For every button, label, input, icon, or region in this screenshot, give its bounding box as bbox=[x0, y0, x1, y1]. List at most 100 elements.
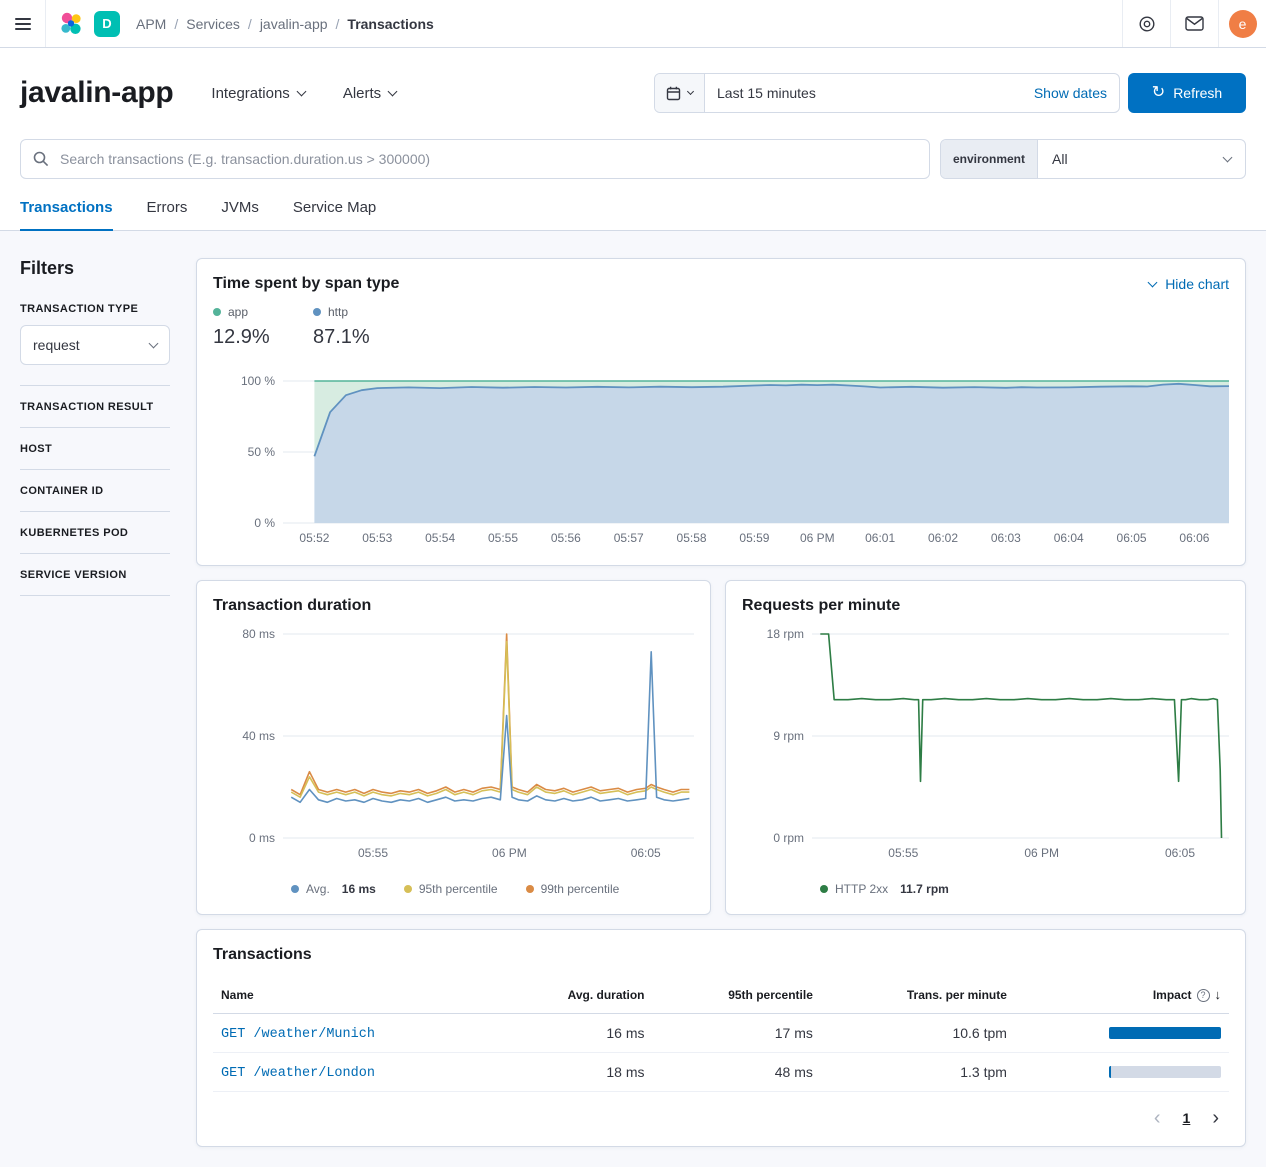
tab-service-map[interactable]: Service Map bbox=[293, 199, 376, 231]
environment-value: All bbox=[1052, 151, 1068, 167]
column-header-95th-percentile[interactable]: 95th percentile bbox=[653, 976, 821, 1014]
tpm-cell: 10.6 tpm bbox=[821, 1014, 1015, 1053]
x-tick-label: 05:58 bbox=[677, 531, 707, 545]
table-header-row: Name Avg. duration 95th percentile Trans… bbox=[213, 976, 1229, 1014]
requests-per-minute-panel: Requests per minute 18 rpm 9 rpm 0 rpm 0… bbox=[725, 580, 1246, 915]
legend-value: 16 ms bbox=[342, 882, 376, 896]
page-title: javalin-app bbox=[20, 76, 173, 110]
http-percentage: 87.1% bbox=[313, 326, 385, 349]
tab-jvms[interactable]: JVMs bbox=[221, 199, 259, 231]
transaction-link-weather-london[interactable]: GET /weather/London bbox=[221, 1066, 375, 1081]
refresh-button[interactable]: ↻ Refresh bbox=[1128, 73, 1246, 113]
refresh-label: Refresh bbox=[1173, 85, 1222, 101]
elastic-logo-icon[interactable] bbox=[58, 11, 84, 37]
breadcrumb-separator: / bbox=[174, 16, 178, 32]
search-input[interactable] bbox=[58, 150, 917, 168]
date-quick-select-button[interactable] bbox=[655, 74, 705, 112]
legend-item-99th-percentile[interactable]: 99th percentile bbox=[526, 882, 620, 896]
y-tick-label: 100 % bbox=[241, 374, 275, 388]
environment-select[interactable]: All bbox=[1038, 140, 1245, 178]
apm-service-page: D APM / Services / javalin-app / Transac… bbox=[0, 0, 1266, 1167]
impact-cell bbox=[1015, 1014, 1229, 1053]
x-tick-label: 06 PM bbox=[492, 846, 527, 860]
time-range-button[interactable]: Last 15 minutes bbox=[705, 74, 1022, 112]
sort-desc-icon: ↓ bbox=[1215, 987, 1222, 1002]
p95-cell: 17 ms bbox=[653, 1014, 821, 1053]
x-tick-label: 05:52 bbox=[299, 531, 329, 545]
impact-header-label: Impact bbox=[1153, 988, 1192, 1002]
x-tick-label: 06 PM bbox=[1024, 846, 1059, 860]
breadcrumb-separator: / bbox=[336, 16, 340, 32]
legend-item-http-2xx[interactable]: HTTP 2xx 11.7 rpm bbox=[820, 882, 949, 896]
transactions-table-panel: Transactions Name Avg. duration 95th per… bbox=[196, 929, 1246, 1147]
show-dates-button[interactable]: Show dates bbox=[1022, 74, 1119, 112]
legend-item-app[interactable]: app bbox=[213, 305, 285, 319]
chevron-down-icon bbox=[149, 338, 159, 348]
column-header-impact[interactable]: Impact? ↓ bbox=[1015, 976, 1229, 1014]
tab-transactions[interactable]: Transactions bbox=[20, 199, 113, 231]
p99-series-dot-icon bbox=[526, 885, 534, 893]
filter-section-service-version[interactable]: SERVICE VERSION bbox=[20, 553, 170, 596]
service-header: javalin-app Integrations Alerts bbox=[0, 48, 1266, 231]
user-avatar[interactable]: e bbox=[1218, 0, 1266, 47]
app-percentage: 12.9% bbox=[213, 326, 285, 349]
y-tick-label: 0 rpm bbox=[773, 831, 804, 845]
legend-value: 11.7 rpm bbox=[900, 882, 949, 896]
x-tick-label: 06:02 bbox=[928, 531, 958, 545]
legend-label: Avg. bbox=[306, 882, 330, 896]
app-series-dot-icon bbox=[213, 308, 221, 316]
breadcrumb-service-name[interactable]: javalin-app bbox=[260, 16, 328, 32]
transaction-type-value: request bbox=[33, 337, 80, 353]
page-1-button[interactable]: 1 bbox=[1183, 1110, 1191, 1126]
impact-cell bbox=[1015, 1053, 1229, 1092]
environment-filter: environment All bbox=[940, 139, 1246, 179]
help-icon[interactable] bbox=[1122, 0, 1170, 47]
integrations-label: Integrations bbox=[211, 85, 289, 102]
legend-label: 99th percentile bbox=[541, 882, 620, 896]
transaction-type-select[interactable]: request bbox=[20, 325, 170, 365]
table-row: GET /weather/Munich 16 ms 17 ms 10.6 tpm bbox=[213, 1014, 1229, 1053]
column-header-avg-duration[interactable]: Avg. duration bbox=[497, 976, 652, 1014]
avg-series-dot-icon bbox=[291, 885, 299, 893]
date-picker: Last 15 minutes Show dates bbox=[654, 73, 1120, 113]
impact-bar bbox=[1109, 1027, 1221, 1039]
x-axis-labels: 05:5506 PM06:05 bbox=[283, 846, 694, 864]
mail-icon[interactable] bbox=[1170, 0, 1218, 47]
column-header-name[interactable]: Name bbox=[213, 976, 497, 1014]
y-tick-label: 9 rpm bbox=[773, 729, 804, 743]
integrations-button[interactable]: Integrations bbox=[211, 85, 304, 102]
x-tick-label: 05:55 bbox=[358, 846, 388, 860]
filter-section-transaction-result[interactable]: TRANSACTION RESULT bbox=[20, 385, 170, 427]
next-page-button[interactable]: › bbox=[1212, 1108, 1219, 1128]
legend-item-95th-percentile[interactable]: 95th percentile bbox=[404, 882, 498, 896]
breadcrumb-apm[interactable]: APM bbox=[136, 16, 166, 32]
legend-item-http[interactable]: http bbox=[313, 305, 385, 319]
tab-errors[interactable]: Errors bbox=[147, 199, 188, 231]
chevron-down-icon bbox=[1223, 152, 1233, 162]
y-axis-labels: 100 % 50 % 0 % bbox=[213, 377, 283, 549]
avatar-initial: e bbox=[1229, 10, 1257, 38]
filter-section-host[interactable]: HOST bbox=[20, 427, 170, 469]
hamburger-menu-button[interactable] bbox=[0, 0, 46, 47]
column-header-trans-per-minute[interactable]: Trans. per minute bbox=[821, 976, 1015, 1014]
alerts-label: Alerts bbox=[343, 85, 381, 102]
legend-item-avg[interactable]: Avg. 16 ms bbox=[291, 882, 376, 896]
impact-help-icon[interactable]: ? bbox=[1197, 989, 1210, 1002]
avg-duration-cell: 18 ms bbox=[497, 1053, 652, 1092]
x-tick-label: 06:05 bbox=[1117, 531, 1147, 545]
y-tick-label: 18 rpm bbox=[767, 627, 804, 641]
refresh-icon: ↻ bbox=[1152, 85, 1165, 101]
hide-chart-button[interactable]: Hide chart bbox=[1149, 276, 1229, 292]
x-tick-label: 05:53 bbox=[362, 531, 392, 545]
span-type-legend: app 12.9% http 87.1% bbox=[213, 305, 1229, 349]
space-avatar[interactable]: D bbox=[94, 11, 120, 37]
http-2xx-series-dot-icon bbox=[820, 885, 828, 893]
filter-section-kubernetes-pod[interactable]: KUBERNETES POD bbox=[20, 511, 170, 553]
search-bar bbox=[20, 139, 930, 179]
transaction-link-weather-munich[interactable]: GET /weather/Munich bbox=[221, 1027, 375, 1042]
previous-page-button[interactable]: ‹ bbox=[1154, 1108, 1161, 1128]
filter-section-container-id[interactable]: CONTAINER ID bbox=[20, 469, 170, 511]
breadcrumb: APM / Services / javalin-app / Transacti… bbox=[136, 16, 434, 32]
alerts-button[interactable]: Alerts bbox=[343, 85, 396, 102]
breadcrumb-services[interactable]: Services bbox=[186, 16, 240, 32]
